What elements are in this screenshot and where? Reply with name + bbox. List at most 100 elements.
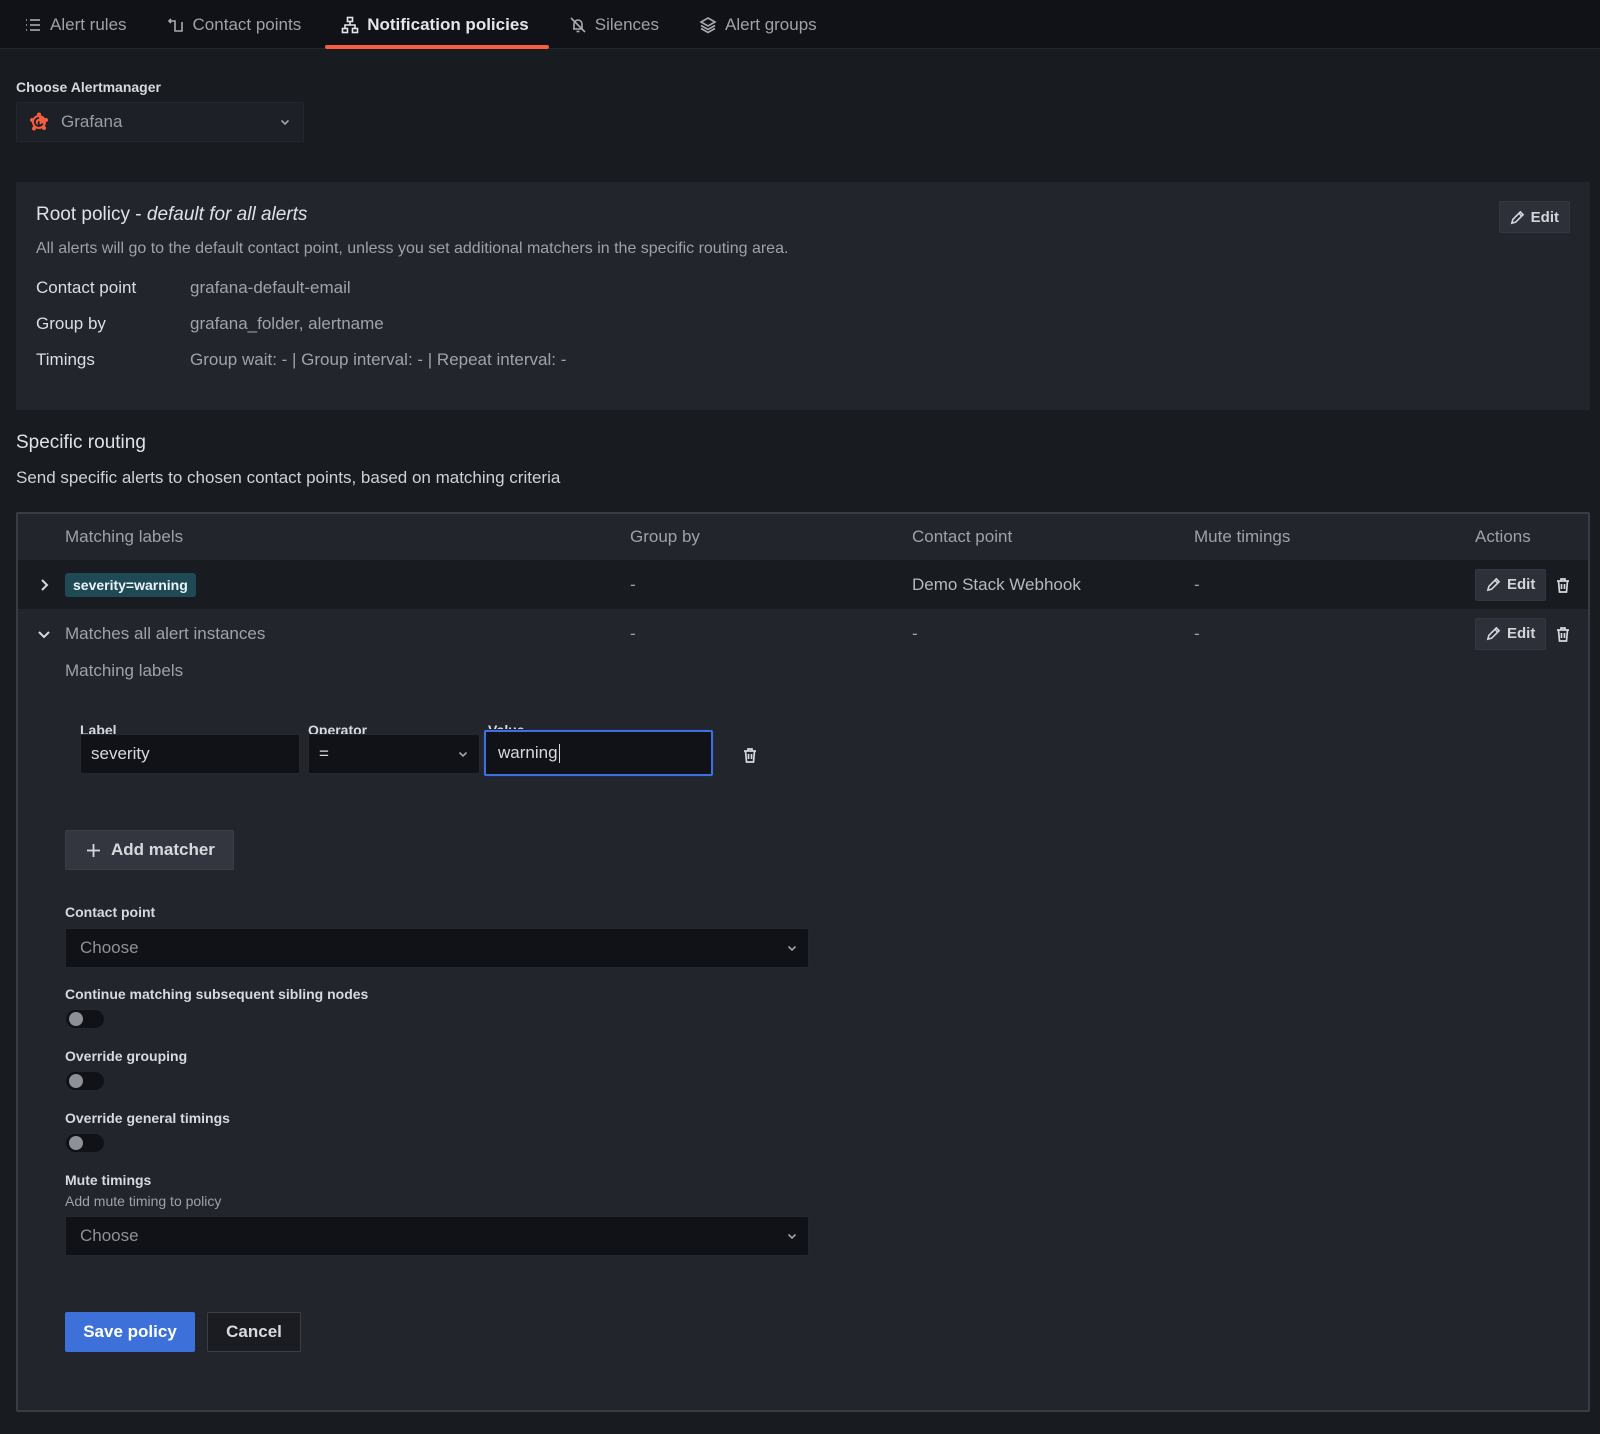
chevron-down-icon xyxy=(787,1233,797,1240)
root-policy-title-em: default for all alerts xyxy=(146,204,308,225)
edit-button[interactable]: Edit xyxy=(1475,617,1547,650)
tab-silences[interactable]: Silences xyxy=(569,0,679,49)
trash-icon[interactable] xyxy=(1554,576,1572,594)
pen-icon xyxy=(1486,626,1501,641)
row-value: Group wait: - | Group interval: - | Repe… xyxy=(190,350,567,369)
toggle-knob xyxy=(69,1012,83,1026)
row-key: Contact point xyxy=(36,278,137,297)
alertmanager-selected: Grafana xyxy=(61,112,123,131)
tab-alert-rules[interactable]: Alert rules xyxy=(24,0,147,49)
specific-routing-description: Send specific alerts to chosen contact p… xyxy=(16,468,561,487)
cancel-button[interactable]: Cancel xyxy=(207,1312,301,1352)
root-policy-edit-button[interactable]: Edit xyxy=(1498,201,1570,233)
contact-point-value: - xyxy=(912,623,918,643)
tab-label: Contact points xyxy=(192,14,302,34)
contact-point-placeholder: Choose xyxy=(80,938,139,957)
save-policy-button[interactable]: Save policy xyxy=(65,1312,195,1352)
chevron-down-icon xyxy=(458,751,468,758)
label-input[interactable]: severity xyxy=(80,734,300,774)
edit-button[interactable]: Edit xyxy=(1475,568,1547,601)
chevron-right-icon[interactable] xyxy=(36,577,52,593)
matching-labels-heading: Matching labels xyxy=(65,661,184,680)
mute-timings-label: Mute timings xyxy=(65,1172,152,1188)
tab-bar: Alert rules Contact points Notification … xyxy=(0,0,1600,49)
operator-value: = xyxy=(319,744,329,763)
add-matcher-label: Add matcher xyxy=(111,840,215,859)
specific-routing-title: Specific routing xyxy=(16,432,146,453)
continue-matching-toggle[interactable] xyxy=(65,1009,105,1029)
root-policy-row-timings: Timings Group wait: - | Group interval: … xyxy=(36,350,566,370)
layer-group-icon xyxy=(699,16,717,33)
edit-label: Edit xyxy=(1507,625,1536,642)
operator-select[interactable]: = xyxy=(308,734,480,774)
chevron-down-icon xyxy=(280,119,290,126)
root-policy-row-group-by: Group by grafana_folder, alertname xyxy=(36,314,384,334)
root-policy-title-text: Root policy - xyxy=(36,204,147,225)
tab-label: Notification policies xyxy=(367,14,529,34)
trash-icon[interactable] xyxy=(1554,625,1572,643)
matching-value: Matches all alert instances xyxy=(65,623,266,643)
alertmanager-select[interactable]: Grafana xyxy=(16,102,304,142)
column-header: Group by xyxy=(630,527,700,546)
root-policy-card: Root policy - default for all alerts All… xyxy=(16,182,1590,410)
sitemap-icon xyxy=(341,16,359,33)
contact-point-label: Contact point xyxy=(65,904,156,920)
group-by-value: - xyxy=(630,574,636,594)
plus-icon xyxy=(87,843,100,857)
chevron-down-icon xyxy=(787,945,797,952)
row-key: Timings xyxy=(36,350,95,369)
value-input[interactable]: warning xyxy=(484,730,713,776)
contact-point-select[interactable]: Choose xyxy=(65,928,809,968)
matcher-tag: severity=warning xyxy=(65,572,196,597)
mute-timings-select[interactable]: Choose xyxy=(65,1216,809,1256)
mute-timings-description: Add mute timing to policy xyxy=(65,1193,222,1209)
contact-point-value: Demo Stack Webhook xyxy=(912,574,1081,594)
root-policy-description: All alerts will go to the default contac… xyxy=(36,240,789,257)
row-value: grafana_folder, alertname xyxy=(190,314,384,333)
override-grouping-label: Override grouping xyxy=(65,1048,188,1064)
pen-icon xyxy=(1486,577,1501,592)
override-timings-toggle[interactable] xyxy=(65,1133,105,1153)
grafana-logo-icon xyxy=(30,112,48,131)
column-header: Contact point xyxy=(912,527,1013,546)
table-header: Matching labels Group by Contact point M… xyxy=(18,514,1588,560)
table-row: Matches all alert instances - - - Edit xyxy=(18,609,1588,658)
tab-label: Alert rules xyxy=(50,14,127,34)
trash-icon[interactable] xyxy=(741,746,759,764)
root-policy-title: Root policy - default for all alerts xyxy=(36,204,307,226)
text-cursor xyxy=(558,743,560,763)
toggle-knob xyxy=(69,1136,83,1150)
add-matcher-button[interactable]: Add matcher xyxy=(65,830,234,870)
tab-label: Alert groups xyxy=(725,14,817,34)
label-input-value: severity xyxy=(91,744,150,763)
row-key: Group by xyxy=(36,314,106,333)
routes-table: Matching labels Group by Contact point M… xyxy=(16,512,1590,1412)
chevron-down-icon[interactable] xyxy=(36,626,52,642)
tab-contact-points[interactable]: Contact points xyxy=(167,0,322,49)
edit-label: Edit xyxy=(1530,208,1559,226)
alertmanager-label: Choose Alertmanager xyxy=(16,79,161,95)
override-grouping-toggle[interactable] xyxy=(65,1071,105,1091)
column-header: Matching labels xyxy=(65,527,184,546)
list-icon xyxy=(26,18,40,31)
row-value: grafana-default-email xyxy=(190,278,351,297)
tab-notification-policies[interactable]: Notification policies xyxy=(325,0,549,49)
toggle-knob xyxy=(69,1074,83,1088)
edit-label: Edit xyxy=(1507,576,1536,593)
root-policy-row-contact-point: Contact point grafana-default-email xyxy=(36,278,351,298)
pen-icon xyxy=(1510,210,1524,224)
override-timings-label: Override general timings xyxy=(65,1110,230,1126)
contact-points-icon xyxy=(167,17,183,32)
value-input-value: warning xyxy=(498,743,558,762)
column-header: Mute timings xyxy=(1194,527,1291,546)
bell-slash-icon xyxy=(570,16,586,33)
tab-label: Silences xyxy=(594,14,660,34)
tab-alert-groups[interactable]: Alert groups xyxy=(699,0,837,49)
mute-timings-value: - xyxy=(1194,623,1200,643)
group-by-value: - xyxy=(630,623,636,643)
mute-timings-placeholder: Choose xyxy=(80,1226,139,1245)
table-row: severity=warning - Demo Stack Webhook - … xyxy=(18,560,1588,609)
column-header: Actions xyxy=(1475,527,1531,546)
mute-timings-value: - xyxy=(1194,574,1200,594)
continue-matching-label: Continue matching subsequent sibling nod… xyxy=(65,986,369,1002)
